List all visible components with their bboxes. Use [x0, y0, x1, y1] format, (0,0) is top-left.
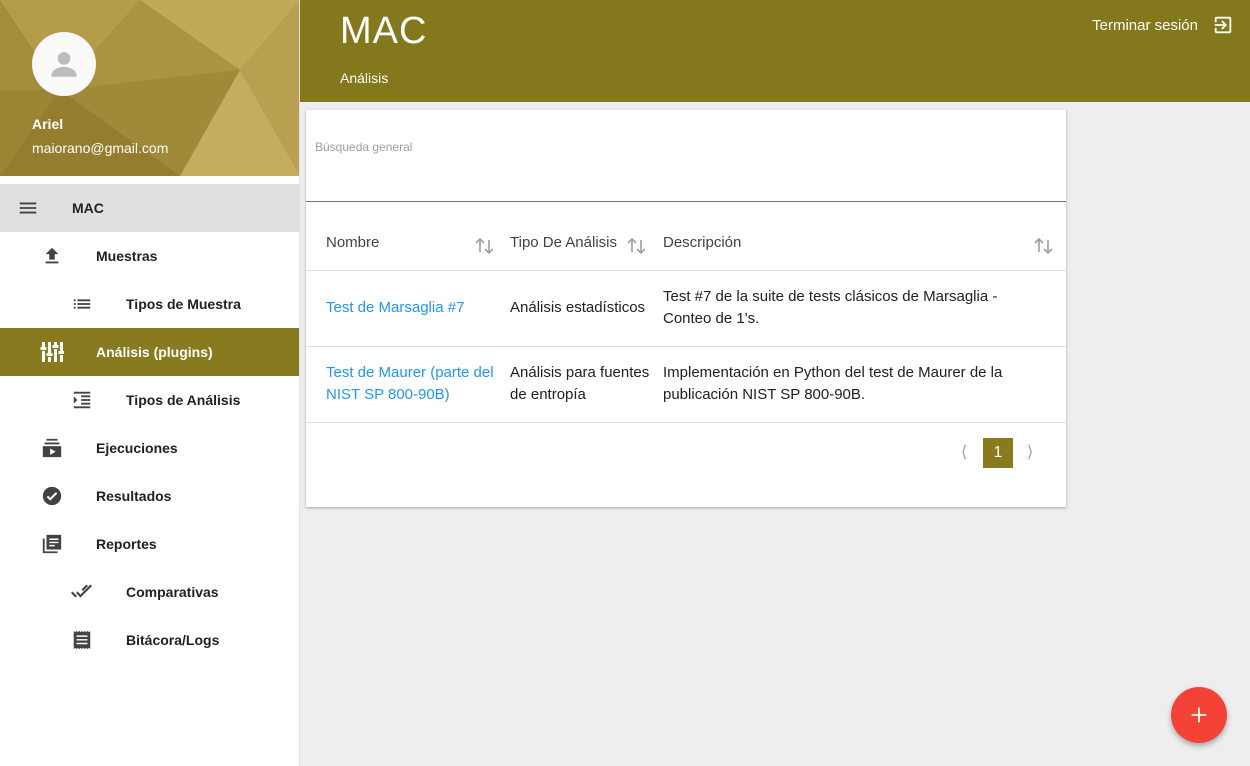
menu-icon[interactable] [16, 196, 40, 220]
sidebar-item-label: Resultados [96, 488, 172, 504]
person-icon [51, 51, 77, 77]
search-label: Búsqueda general [315, 140, 413, 154]
user-name: Ariel [32, 116, 64, 132]
table-row: Test de Marsaglia #7 Análisis estadístic… [306, 271, 1066, 347]
pagination-page-1[interactable]: 1 [983, 438, 1013, 468]
format-indent-icon [70, 388, 94, 412]
sidebar-item-label: Comparativas [126, 584, 219, 600]
row-type-line: Análisis para fuentes [510, 364, 650, 381]
sidebar-item-label: Tipos de Muestra [126, 296, 241, 312]
sidebar-item-ejecuciones[interactable]: Ejecuciones [0, 424, 299, 472]
search-input[interactable] [315, 160, 1055, 190]
sidebar-item-label: Tipos de Análisis [126, 392, 241, 408]
sidebar-item-mac[interactable]: MAC [0, 184, 299, 232]
row-type: Análisis estadísticos [510, 297, 645, 319]
app-title: MAC [340, 10, 428, 52]
add-button[interactable] [1171, 687, 1227, 743]
table-header: Nombre Tipo De Análisis Descripción [306, 222, 1066, 271]
logout-label: Terminar sesión [1092, 16, 1198, 34]
sort-icon[interactable] [1033, 236, 1055, 256]
table-row: Test de Maurer (parte del NIST SP 800-90… [306, 347, 1066, 423]
exit-icon[interactable] [1212, 14, 1234, 36]
row-description-line: Test #7 de la suite de tests clásicos de… [663, 288, 998, 305]
library-books-icon [40, 532, 64, 556]
row-description-line: Implementación en Python del test de Mau… [663, 364, 1003, 381]
row-description: Test #7 de la suite de tests clásicos de… [663, 286, 1043, 330]
sidebar-item-comparativas[interactable]: Comparativas [0, 568, 299, 616]
column-header-descripcion[interactable]: Descripción [663, 234, 741, 251]
sidebar-item-label: MAC [72, 200, 104, 216]
sort-icon[interactable] [626, 236, 648, 256]
top-app-bar: MAC Análisis Terminar sesión [300, 0, 1250, 102]
avatar[interactable] [32, 32, 96, 96]
sidebar-item-label: Bitácora/Logs [126, 632, 220, 648]
tune-icon [40, 340, 64, 364]
pagination: ⟨ 1 ⟩ [306, 438, 1066, 468]
sidebar-item-analisis-plugins[interactable]: Análisis (plugins) [0, 328, 299, 376]
sidebar-item-label: Ejecuciones [96, 440, 178, 456]
profile-header: Ariel maiorano@gmail.com [0, 0, 299, 176]
sidebar-item-label: Muestras [96, 248, 158, 264]
pagination-next-button[interactable]: ⟩ [1027, 442, 1033, 462]
sidebar: Ariel maiorano@gmail.com MAC Muestras Ti… [0, 0, 300, 766]
check-circle-icon [40, 484, 64, 508]
search-field[interactable]: Búsqueda general [306, 110, 1066, 202]
row-name-link[interactable]: Test de Marsaglia #7 [326, 297, 464, 319]
row-type-line: de entropía [510, 386, 586, 403]
receipt-icon [70, 628, 94, 652]
page-title: Análisis [340, 70, 389, 86]
user-email: maiorano@gmail.com [32, 140, 169, 156]
upload-icon [40, 244, 64, 268]
row-name-link[interactable]: Test de Maurer (parte del NIST SP 800-90… [326, 362, 494, 406]
row-type-line: Análisis estadísticos [510, 299, 646, 316]
pagination-prev-button[interactable]: ⟨ [961, 442, 967, 462]
sidebar-item-tipos-de-analisis[interactable]: Tipos de Análisis [0, 376, 299, 424]
logout-button[interactable]: Terminar sesión [1092, 14, 1234, 36]
done-all-icon [70, 580, 94, 604]
row-type: Análisis para fuentes de entropía [510, 362, 649, 406]
column-header-tipo[interactable]: Tipo De Análisis [510, 234, 617, 251]
sidebar-item-label: Análisis (plugins) [96, 344, 213, 360]
sidebar-item-label: Reportes [96, 536, 157, 552]
sidebar-nav: MAC Muestras Tipos de Muestra Análisis (… [0, 184, 299, 664]
sidebar-item-muestras[interactable]: Muestras [0, 232, 299, 280]
sidebar-item-tipos-de-muestra[interactable]: Tipos de Muestra [0, 280, 299, 328]
row-name-line: NIST SP 800-90B) [326, 386, 450, 403]
subscriptions-icon [40, 436, 64, 460]
row-name-line: Test de Marsaglia #7 [326, 299, 465, 316]
add-icon [1191, 707, 1207, 723]
row-description: Implementación en Python del test de Mau… [663, 362, 1043, 406]
list-icon [70, 292, 94, 316]
row-description-line: Conteo de 1's. [663, 310, 760, 327]
column-header-nombre[interactable]: Nombre [326, 234, 379, 251]
row-description-line: publicación NIST SP 800-90B. [663, 386, 866, 403]
sort-icon[interactable] [474, 236, 496, 256]
sidebar-item-reportes[interactable]: Reportes [0, 520, 299, 568]
row-name-line: Test de Maurer (parte del [326, 364, 494, 381]
analysis-card: Búsqueda general Nombre Tipo De Análisis… [306, 110, 1066, 507]
sidebar-item-bitacora-logs[interactable]: Bitácora/Logs [0, 616, 299, 664]
sidebar-item-resultados[interactable]: Resultados [0, 472, 299, 520]
